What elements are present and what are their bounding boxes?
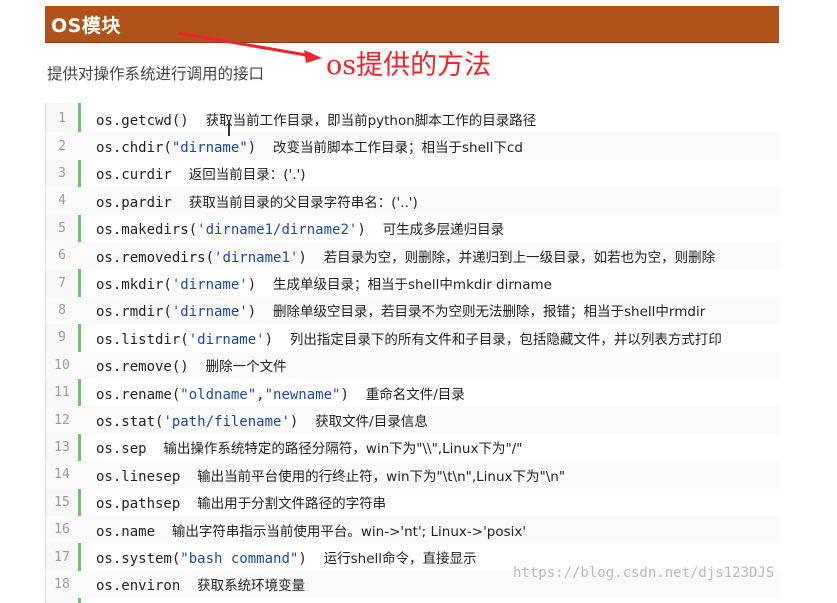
code-text: os.pardir — [96, 194, 172, 211]
line-number: 4 — [58, 193, 66, 209]
code-text: os.stat('path/filename') — [96, 414, 299, 431]
code-text: os.name — [96, 523, 156, 540]
watermark: https://blog.csdn.net/djs123DJS — [513, 565, 775, 581]
code-text: os.getcwd() — [96, 112, 189, 129]
code-row: 8 os.rmdir('dirname') 删除单级空目录，若目录不为空则无法删除… — [46, 296, 780, 325]
code-comment: 输出操作系统特定的路径分隔符，win下为"\\",Linux下为"/" — [163, 441, 523, 458]
code-comment: 输出字符串指示当前使用平台。win->'nt'; Linux->'posix' — [171, 523, 527, 540]
code-text: os.linesep — [96, 468, 181, 485]
line-number: 11 — [54, 385, 70, 401]
line-number: 9 — [58, 330, 66, 346]
code-row: 1 os.getcwd() 获取当前工作目录，即当前python脚本工作的目录路径 — [46, 105, 780, 132]
code-row: 13 os.sep 输出操作系统特定的路径分隔符，win下为"\\",Linux下… — [46, 434, 780, 461]
code-text: os.system("bash command") — [96, 551, 307, 568]
code-comment: 改变当前脚本工作目录；相当于shell下cd — [273, 140, 523, 157]
code-text: os.chdir("dirname") — [96, 140, 257, 157]
code-line: os.curdir 返回当前目录：('.') — [96, 163, 780, 183]
line-number: 18 — [54, 576, 70, 592]
code-row: 4 os.pardir 获取当前目录的父目录字符串名：('..') — [46, 187, 780, 215]
code-line: os.chdir("dirname") 改变当前脚本工作目录；相当于shell下… — [96, 136, 780, 156]
code-comment: 获取当前工作目录，即当前python脚本工作的目录路径 — [205, 112, 537, 129]
line-number: 8 — [58, 302, 66, 318]
line-number: 10 — [54, 357, 70, 373]
code-line: os.rename("oldname","newname") 重命名文件/目录 — [96, 383, 780, 403]
line-number: 2 — [58, 138, 66, 154]
line-number: 12 — [54, 412, 70, 428]
code-comment: 输出用于分割文件路径的字符串 — [197, 496, 387, 513]
code-text: os.rename("oldname","newname") — [96, 386, 349, 403]
code-text: os.removedirs('dirname1') — [96, 249, 307, 266]
code-line: os.makedirs('dirname1/dirname2') 可生成多层递归… — [96, 218, 780, 238]
code-row: 16 os.name 输出字符串指示当前使用平台。win->'nt'; Linux… — [46, 516, 780, 544]
code-comment: 删除一个文件 — [205, 359, 287, 376]
code-block: 1 os.getcwd() 获取当前工作目录，即当前python脚本工作的目录路径… — [45, 103, 780, 603]
code-comment: 若目录为空，则删除，并递归到上一级目录，如若也为空，则删除 — [323, 249, 716, 266]
text-cursor-icon — [228, 120, 230, 136]
code-text: os.remove() — [96, 359, 189, 376]
code-row: 3 os.curdir 返回当前目录：('.') — [46, 160, 780, 187]
code-comment: 返回当前目录：('.') — [188, 167, 306, 184]
code-line: os.mkdir('dirname') 生成单级目录；相当于shell中mkdi… — [96, 273, 780, 293]
code-line: os.getcwd() 获取当前工作目录，即当前python脚本工作的目录路径 — [96, 109, 780, 129]
code-comment: 重命名文件/目录 — [365, 386, 465, 403]
code-comment: 可生成多层递归目录 — [382, 222, 505, 239]
code-row: 14 os.linesep 输出当前平台使用的行终止符，win下为"\t\n",L… — [46, 461, 780, 489]
line-number: 1 — [58, 111, 66, 127]
line-number: 13 — [54, 439, 70, 455]
code-comment: 输出当前平台使用的行终止符，win下为"\t\n",Linux下为"\n" — [197, 468, 566, 485]
code-line: os.listdir('dirname') 列出指定目录下的所有文件和子目录，包… — [96, 328, 780, 348]
code-row: 10 os.remove() 删除一个文件 — [46, 351, 780, 379]
code-line: os.linesep 输出当前平台使用的行终止符，win下为"\t\n",Lin… — [96, 465, 780, 485]
code-row: 2 os.chdir("dirname") 改变当前脚本工作目录；相当于shell… — [46, 132, 780, 160]
code-line: os.rmdir('dirname') 删除单级空目录，若目录不为空则无法删除，… — [96, 300, 780, 320]
code-line: os.stat('path/filename') 获取文件/目录信息 — [96, 410, 780, 430]
code-text: os.listdir('dirname') — [96, 331, 274, 348]
line-number: 14 — [54, 467, 70, 483]
code-row: 5 os.makedirs('dirname1/dirname2') 可生成多层递… — [46, 215, 780, 242]
code-text: os.makedirs('dirname1/dirname2') — [96, 222, 366, 239]
code-comment: 获取文件/目录信息 — [315, 414, 428, 431]
code-row: 15 os.pathsep 输出用于分割文件路径的字符串 — [46, 489, 780, 516]
line-number: 17 — [54, 549, 70, 565]
code-comment: 运行shell命令，直接显示 — [323, 551, 477, 568]
handwritten-annotation: os提供的方法 — [326, 50, 492, 81]
code-comment: 生成单级目录；相当于shell中mkdir dirname — [273, 277, 552, 294]
line-number: 7 — [58, 275, 66, 291]
code-row: 7 os.mkdir('dirname') 生成单级目录；相当于shell中mkd… — [46, 269, 780, 296]
code-comment: 列出指定目录下的所有文件和子目录，包括隐藏文件，并以列表方式打印 — [289, 331, 722, 348]
line-number: 5 — [58, 220, 66, 236]
code-line: os.sep 输出操作系统特定的路径分隔符，win下为"\\",Linux下为"… — [96, 437, 780, 457]
code-text: os.rmdir('dirname') — [96, 304, 257, 321]
code-row: 9 os.listdir('dirname') 列出指定目录下的所有文件和子目录，… — [46, 324, 780, 351]
code-text: os.mkdir('dirname') — [96, 277, 257, 294]
code-comment: 删除单级空目录，若目录不为空则无法删除，报错；相当于shell中rmdir — [273, 304, 706, 321]
line-number: 6 — [58, 248, 66, 264]
code-text: os.pathsep — [96, 496, 181, 513]
line-number: 3 — [58, 165, 66, 181]
section-description: 提供对操作系统进行调用的接口 — [47, 65, 265, 83]
code-line: os.removedirs('dirname1') 若目录为空，则删除，并递归到… — [96, 246, 780, 266]
code-comment: 获取当前目录的父目录字符串名：('..') — [188, 194, 418, 211]
code-line: os.pardir 获取当前目录的父目录字符串名：('..') — [96, 191, 780, 211]
code-line: os.name 输出字符串指示当前使用平台。win->'nt'; Linux->… — [96, 520, 780, 540]
code-text: os.sep — [96, 441, 147, 458]
code-line: os.remove() 删除一个文件 — [96, 355, 780, 375]
code-comment: 获取系统环境变量 — [197, 578, 306, 595]
line-number: 16 — [54, 522, 70, 538]
code-text: os.environ — [96, 578, 181, 595]
code-row: 6 os.removedirs('dirname1') 若目录为空，则删除，并递归… — [46, 242, 780, 270]
code-row: 12 os.stat('path/filename') 获取文件/目录信息 — [46, 406, 780, 434]
code-line: os.pathsep 输出用于分割文件路径的字符串 — [96, 492, 780, 512]
line-number: 15 — [54, 494, 70, 510]
code-text: os.curdir — [96, 167, 172, 184]
code-row: 11 os.rename("oldname","newname") 重命名文件/目… — [46, 379, 780, 406]
